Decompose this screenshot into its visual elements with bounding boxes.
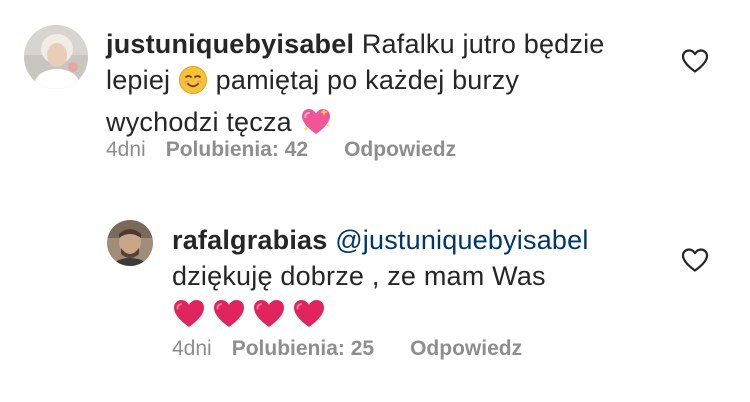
mention-link[interactable]: @justuniquebyisabel xyxy=(335,225,588,255)
comment-time[interactable]: 4dni xyxy=(172,337,212,361)
comment-meta: 4dni Polubienia: 42 Odpowiedz xyxy=(106,138,456,162)
red-heart-emoji xyxy=(252,298,286,339)
avatar[interactable] xyxy=(24,25,88,89)
comment-text: rafalgrabias @justuniquebyisabel dziękuj… xyxy=(172,222,672,339)
comment-meta: 4dni Polubienia: 25 Odpowiedz xyxy=(172,337,522,361)
comment-text: justuniquebyisabel Rafalku jutro będzie … xyxy=(106,26,676,146)
red-heart-emoji xyxy=(212,298,246,339)
red-heart-emoji xyxy=(292,298,326,339)
comment-likes[interactable]: Polubienia: 42 xyxy=(166,138,308,162)
comment-time[interactable]: 4dni xyxy=(106,138,146,162)
reply-button[interactable]: Odpowiedz xyxy=(410,337,522,361)
red-heart-emoji xyxy=(172,298,206,339)
comment-text-line: wychodzi tęcza xyxy=(106,107,292,137)
like-heart-icon[interactable] xyxy=(681,247,709,273)
comment-username[interactable]: justuniquebyisabel xyxy=(106,29,354,59)
comment-text-line: Rafalku jutro będzie xyxy=(361,29,605,59)
reply-button[interactable]: Odpowiedz xyxy=(344,138,456,162)
comment-text-line: pamiętaj po każdej burzy xyxy=(215,65,520,95)
comment-text-line: lepiej xyxy=(106,65,171,95)
comment-text-line: dziękuję dobrze , ze mam Was xyxy=(172,261,546,291)
avatar[interactable] xyxy=(107,220,153,266)
comment-likes[interactable]: Polubienia: 25 xyxy=(232,337,374,361)
comment-username[interactable]: rafalgrabias xyxy=(172,225,327,255)
smiling-face-emoji xyxy=(178,65,208,104)
like-heart-icon[interactable] xyxy=(681,48,709,74)
